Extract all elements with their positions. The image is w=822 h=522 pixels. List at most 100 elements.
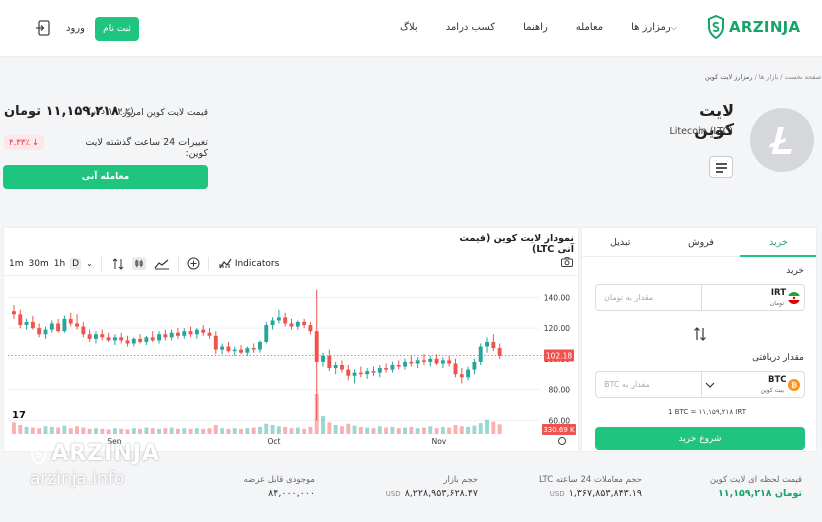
toolbar-divider bbox=[177, 256, 179, 271]
volume-bar bbox=[434, 428, 439, 434]
candle-body bbox=[157, 334, 161, 341]
candle-body bbox=[340, 364, 344, 370]
volume-bar bbox=[68, 428, 73, 434]
volume-bar bbox=[466, 426, 471, 434]
candle-body bbox=[131, 338, 136, 344]
volume-bar bbox=[119, 428, 124, 434]
trade-tabs: خرید فروش تبدیل bbox=[582, 228, 816, 257]
candle-body bbox=[466, 369, 471, 378]
volume-bar bbox=[94, 428, 98, 434]
nav-item-trade[interactable]: معامله bbox=[576, 22, 603, 33]
volume-bar bbox=[188, 428, 193, 434]
volume-bar bbox=[125, 429, 130, 434]
volume-bar bbox=[24, 426, 29, 434]
candle-body bbox=[163, 334, 168, 338]
candle-body bbox=[390, 364, 395, 370]
menu-line bbox=[716, 171, 723, 173]
interval-1m[interactable]: 1m bbox=[9, 259, 24, 269]
interval-30m[interactable]: 30m bbox=[29, 259, 49, 269]
candle-body bbox=[138, 338, 143, 342]
area-chart-icon[interactable] bbox=[154, 258, 170, 270]
start-buy-button[interactable]: شروع خرید bbox=[595, 427, 805, 450]
nav-item-earn[interactable]: کسب درامد bbox=[446, 22, 495, 33]
candle-body bbox=[100, 334, 105, 338]
active-tab-indicator bbox=[740, 255, 816, 257]
tab-sell[interactable]: فروش bbox=[688, 237, 714, 248]
volume-bar bbox=[226, 428, 231, 434]
swap-icon[interactable] bbox=[693, 327, 707, 341]
litecoin-logo bbox=[750, 108, 814, 172]
candle-body bbox=[226, 346, 231, 352]
volume-bar bbox=[138, 428, 143, 434]
add-icon[interactable] bbox=[187, 257, 200, 270]
volume-bar bbox=[144, 427, 149, 434]
tab-convert[interactable]: تبدیل bbox=[610, 237, 630, 248]
y-tick-label: 140.00 bbox=[544, 293, 570, 302]
x-tick-label: Nov bbox=[432, 437, 447, 446]
change-value: ۴.۳۳٪ bbox=[9, 137, 30, 148]
candles-icon[interactable] bbox=[131, 257, 146, 270]
candle-body bbox=[371, 371, 376, 373]
volume-bar bbox=[428, 426, 433, 434]
stat-value: ۱۱,۱۵۹,۲۱۸ تومان bbox=[717, 488, 802, 499]
receive-currency-code: BTC bbox=[768, 375, 787, 385]
candle-body bbox=[415, 360, 420, 364]
candle-body bbox=[478, 346, 483, 362]
login-icon[interactable] bbox=[36, 20, 50, 36]
volume-bar bbox=[289, 428, 294, 434]
volume-bar bbox=[112, 428, 117, 434]
nav-item-cryptos[interactable]: رمزارز ها⌵ bbox=[631, 22, 681, 33]
login-link[interactable]: ورود bbox=[66, 23, 85, 34]
bitcoin-icon: ₿ bbox=[788, 379, 800, 391]
breadcrumb-home[interactable]: صفحه نخست bbox=[785, 73, 822, 81]
volume-bar bbox=[283, 426, 288, 434]
candle-body bbox=[409, 361, 414, 364]
breadcrumb: صفحه نخست / بازار ها / رمزارز لایت کوین bbox=[705, 73, 822, 81]
interval-1h[interactable]: 1h bbox=[54, 259, 65, 269]
nav-item-guide[interactable]: راهنما bbox=[523, 22, 548, 33]
breadcrumb-markets[interactable]: بازار ها bbox=[759, 73, 778, 81]
trade-now-button[interactable]: معامله آنی bbox=[3, 165, 208, 189]
buy-label: خرید bbox=[786, 266, 804, 276]
candlestick-chart[interactable]: 140.00120.00100.0080.0060.00102.18330.69… bbox=[4, 278, 578, 451]
receive-amount-input[interactable]: مقدار به BTC bbox=[604, 380, 650, 389]
candle-body bbox=[264, 325, 269, 342]
candle-body bbox=[308, 325, 313, 332]
field-divider bbox=[701, 285, 702, 310]
gear-icon bbox=[558, 437, 566, 445]
pay-currency-code: IRT bbox=[770, 288, 786, 298]
candle-body bbox=[119, 337, 124, 341]
candle-body bbox=[295, 321, 300, 327]
pay-amount-input[interactable]: مقدار به تومان bbox=[604, 293, 653, 302]
brand-logo[interactable]: ARZINJA bbox=[707, 15, 800, 39]
candle-body bbox=[453, 363, 458, 375]
candle-body bbox=[24, 321, 29, 326]
pay-amount-field: مقدار به تومان IRT تومان bbox=[595, 284, 805, 311]
volume-bar bbox=[49, 426, 54, 434]
chevron-down-icon: ⌵ bbox=[670, 23, 677, 32]
volume-bar bbox=[18, 424, 23, 434]
nav-item-blog[interactable]: بلاگ bbox=[400, 22, 418, 33]
indicators-label: Indicators bbox=[234, 258, 280, 269]
brand-name: ARZINJA bbox=[729, 18, 801, 36]
volume-bar bbox=[75, 426, 79, 434]
last-price-label: 102.18 bbox=[546, 351, 572, 360]
volume-bar bbox=[264, 423, 269, 434]
chevron-down-icon[interactable] bbox=[705, 381, 715, 389]
candle-body bbox=[428, 358, 433, 362]
candle-body bbox=[365, 371, 370, 375]
compare-icon[interactable] bbox=[112, 257, 124, 270]
candle-body bbox=[384, 368, 389, 370]
interval-1d[interactable]: D bbox=[70, 257, 82, 270]
volume-bar bbox=[220, 428, 225, 434]
menu-icon[interactable] bbox=[709, 156, 733, 178]
menu-line bbox=[716, 163, 727, 165]
candle-body bbox=[270, 320, 275, 326]
tab-buy[interactable]: خرید bbox=[769, 237, 788, 248]
volume-bar bbox=[176, 428, 180, 434]
candle-body bbox=[43, 329, 48, 335]
register-button[interactable]: ثبت نام bbox=[95, 17, 139, 41]
receive-label: مقدار دریافتی bbox=[752, 353, 804, 363]
chevron-down-icon[interactable]: ⌄ bbox=[86, 259, 93, 268]
indicators-button[interactable]: Indicators bbox=[219, 258, 279, 269]
